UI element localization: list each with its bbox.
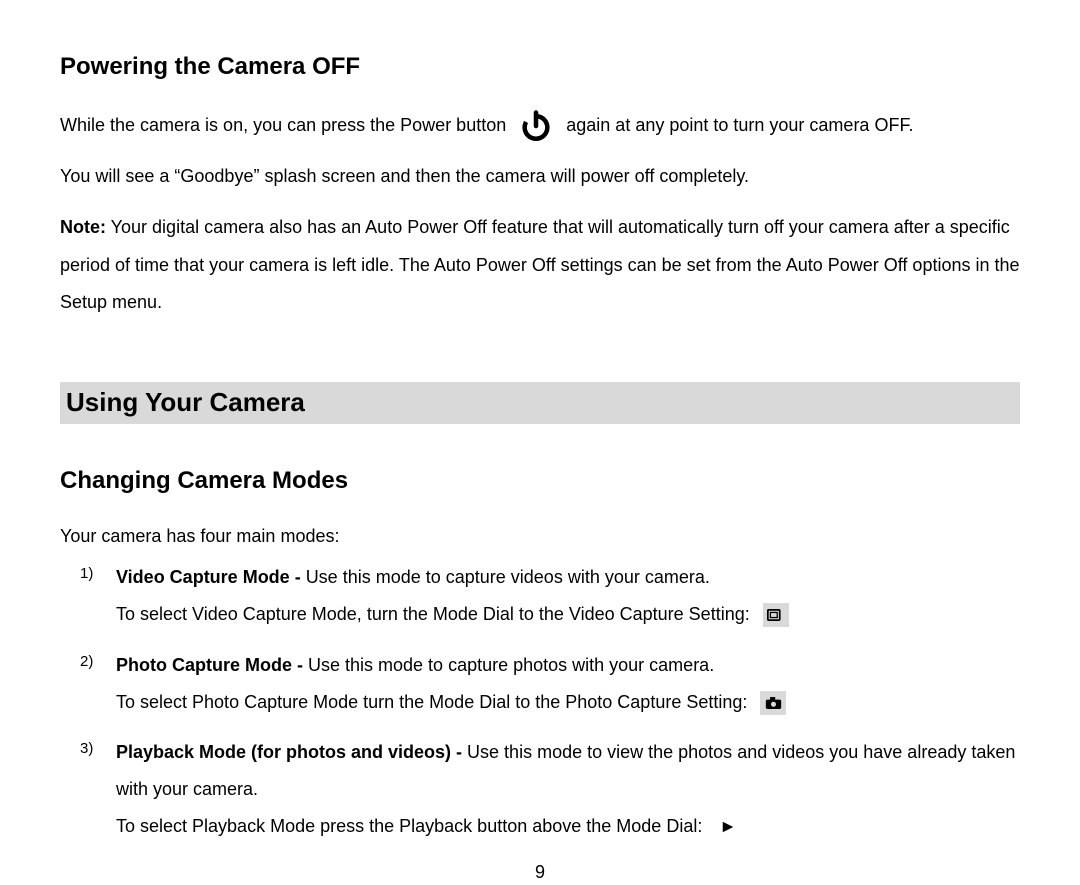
note-text: Your digital camera also has an Auto Pow… [60,217,1020,313]
power-off-text-2: again at any point to turn your camera O… [566,115,913,135]
mode-desc: Use this mode to capture videos with you… [306,567,710,587]
mode-title: Video Capture Mode - [116,567,306,587]
heading-changing-modes: Changing Camera Modes [60,464,1020,499]
list-item: Video Capture Mode - Use this mode to ca… [60,559,1020,633]
mode-desc: Use this mode to capture photos with you… [308,655,714,675]
heading-using-camera: Using Your Camera [60,382,1020,424]
list-item: Photo Capture Mode - Use this mode to ca… [60,647,1020,721]
power-off-text-1: While the camera is on, you can press th… [60,115,506,135]
mode-title: Photo Capture Mode - [116,655,308,675]
note-label: Note: [60,217,106,237]
manual-page: Powering the Camera OFF While the camera… [0,0,1080,885]
power-off-paragraph: While the camera is on, you can press th… [60,109,1020,143]
heading-powering-off: Powering the Camera OFF [60,50,1020,85]
modes-intro: Your camera has four main modes: [60,523,1020,549]
video-mode-icon [763,603,789,627]
photo-mode-icon [760,691,786,715]
playback-icon [715,815,741,839]
mode-list: Video Capture Mode - Use this mode to ca… [60,559,1020,845]
mode-instr: To select Playback Mode press the Playba… [116,816,702,836]
mode-title: Playback Mode (for photos and videos) - [116,742,467,762]
note-paragraph: Note: Your digital camera also has an Au… [60,209,1020,322]
list-item: Playback Mode (for photos and videos) - … [60,734,1020,845]
mode-instr: To select Photo Capture Mode turn the Mo… [116,692,747,712]
mode-instr: To select Video Capture Mode, turn the M… [116,604,750,624]
goodbye-text: You will see a “Goodbye” splash screen a… [60,163,1020,189]
page-number: 9 [60,859,1020,885]
power-icon [519,109,553,143]
